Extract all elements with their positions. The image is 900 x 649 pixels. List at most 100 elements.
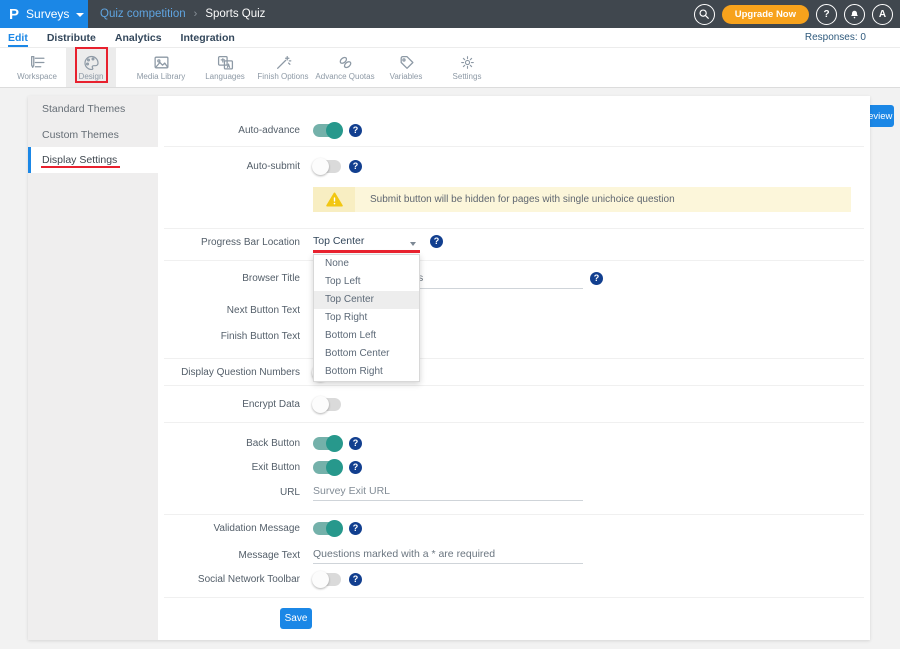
nav-tabs: Edit Distribute Analytics Integration bbox=[8, 28, 235, 48]
toolbar-item-workspace[interactable]: Workspace bbox=[7, 48, 67, 87]
workspace-icon bbox=[29, 55, 46, 70]
progress-bar-location-select[interactable]: Top Center bbox=[313, 235, 420, 247]
auto-advance-label: Auto-advance bbox=[158, 123, 300, 139]
languages-icon bbox=[217, 55, 234, 70]
finish-options-wand-icon bbox=[275, 55, 292, 70]
auto-advance-help-icon[interactable]: ? bbox=[349, 124, 362, 137]
section-divider bbox=[164, 385, 864, 386]
variables-tag-icon bbox=[398, 55, 415, 70]
toolbar-item-advance-quotas[interactable]: Advance Quotas bbox=[315, 48, 375, 87]
advance-quotas-chain-icon bbox=[337, 55, 354, 70]
finish-button-text-label: Finish Button Text bbox=[158, 329, 300, 345]
search-button[interactable] bbox=[694, 4, 715, 25]
search-icon bbox=[698, 8, 710, 20]
responses-count[interactable]: Responses: 0 bbox=[805, 32, 866, 43]
message-text-input[interactable] bbox=[313, 544, 583, 564]
tab-edit[interactable]: Edit bbox=[8, 29, 28, 47]
dropdown-option-top-right[interactable]: Top Right bbox=[314, 309, 419, 327]
message-text-label: Message Text bbox=[158, 548, 300, 564]
auto-advance-toggle[interactable] bbox=[313, 124, 341, 137]
progress-bar-help-icon[interactable]: ? bbox=[430, 235, 443, 248]
help-button[interactable]: ? bbox=[816, 4, 837, 25]
auto-submit-label: Auto-submit bbox=[158, 159, 300, 175]
dropdown-option-top-center[interactable]: Top Center bbox=[314, 291, 419, 309]
sidebar-item-custom-themes[interactable]: Custom Themes bbox=[28, 122, 158, 148]
social-network-toolbar-help-icon[interactable]: ? bbox=[349, 573, 362, 586]
breadcrumb-parent[interactable]: Quiz competition bbox=[100, 8, 186, 20]
encrypt-data-label: Encrypt Data bbox=[158, 397, 300, 413]
dropdown-option-bottom-left[interactable]: Bottom Left bbox=[314, 327, 419, 345]
design-settings-card: Standard Themes Custom Themes Display Se… bbox=[28, 96, 870, 640]
design-palette-icon bbox=[83, 55, 100, 70]
save-button[interactable]: Save bbox=[280, 608, 312, 629]
auto-submit-help-icon[interactable]: ? bbox=[349, 160, 362, 173]
exit-button-help-icon[interactable]: ? bbox=[349, 461, 362, 474]
dropdown-option-none[interactable]: None bbox=[314, 255, 419, 273]
exit-button-toggle[interactable] bbox=[313, 461, 341, 474]
dropdown-option-bottom-right[interactable]: Bottom Right bbox=[314, 363, 419, 381]
exit-url-label: URL bbox=[158, 485, 300, 501]
upgrade-now-button[interactable]: Upgrade Now bbox=[722, 5, 809, 24]
dropdown-option-bottom-center[interactable]: Bottom Center bbox=[314, 345, 419, 363]
surveys-product-menu[interactable]: P Surveys bbox=[0, 0, 88, 28]
section-divider bbox=[164, 514, 864, 515]
design-sidebar: Standard Themes Custom Themes Display Se… bbox=[28, 96, 158, 640]
toolbar-item-settings[interactable]: Settings bbox=[437, 48, 497, 87]
validation-message-help-icon[interactable]: ? bbox=[349, 522, 362, 535]
tab-analytics[interactable]: Analytics bbox=[115, 29, 162, 47]
breadcrumb-current: Sports Quiz bbox=[205, 8, 265, 20]
select-caret-icon bbox=[410, 242, 416, 246]
display-settings-panel: Auto-advance ? Auto-submit ? Submit butt… bbox=[158, 96, 870, 640]
auto-submit-warning: Submit button will be hidden for pages w… bbox=[313, 187, 851, 212]
section-divider bbox=[164, 358, 864, 359]
toolbar-item-design[interactable]: Design bbox=[66, 48, 116, 87]
notifications-button[interactable] bbox=[844, 4, 865, 25]
section-divider bbox=[164, 146, 864, 147]
questionpro-app: P Surveys Quiz competition › Sports Quiz… bbox=[0, 0, 900, 649]
section-divider bbox=[164, 260, 864, 261]
section-divider bbox=[164, 422, 864, 423]
display-question-numbers-label: Display Question Numbers bbox=[158, 365, 300, 381]
encrypt-data-toggle[interactable] bbox=[313, 398, 341, 411]
product-label: Surveys bbox=[26, 7, 69, 21]
bell-icon bbox=[849, 9, 860, 20]
toolbar-item-media-library[interactable]: Media Library bbox=[131, 48, 191, 87]
warning-icon-strip bbox=[313, 187, 355, 212]
tab-distribute[interactable]: Distribute bbox=[47, 29, 96, 47]
edit-toolbar: Workspace Design Media Library Languages… bbox=[0, 48, 900, 88]
back-button-help-icon[interactable]: ? bbox=[349, 437, 362, 450]
tab-integration[interactable]: Integration bbox=[181, 29, 235, 47]
top-bar: P Surveys Quiz competition › Sports Quiz… bbox=[0, 0, 900, 28]
toolbar-item-finish-options[interactable]: Finish Options bbox=[253, 48, 313, 87]
dropdown-option-top-left[interactable]: Top Left bbox=[314, 273, 419, 291]
browser-title-label: Browser Title bbox=[158, 271, 300, 287]
red-annotation-underline-select bbox=[313, 250, 420, 253]
warning-text: Submit button will be hidden for pages w… bbox=[355, 194, 675, 205]
progress-bar-location-label: Progress Bar Location bbox=[158, 235, 300, 251]
toolbar-item-variables[interactable]: Variables bbox=[376, 48, 436, 87]
sidebar-item-display-settings[interactable]: Display Settings bbox=[28, 147, 158, 173]
exit-button-label: Exit Button bbox=[158, 460, 300, 476]
auto-submit-toggle[interactable] bbox=[313, 160, 341, 173]
account-avatar[interactable]: A bbox=[872, 4, 893, 25]
media-library-icon bbox=[153, 55, 170, 70]
warning-triangle-icon bbox=[326, 192, 343, 207]
survey-nav: Edit Distribute Analytics Integration Re… bbox=[0, 28, 900, 48]
topbar-actions: Upgrade Now ? A bbox=[694, 0, 893, 28]
breadcrumb-separator: › bbox=[194, 8, 198, 20]
exit-url-input[interactable] bbox=[313, 481, 583, 501]
social-network-toolbar-label: Social Network Toolbar bbox=[158, 572, 300, 588]
validation-message-toggle[interactable] bbox=[313, 522, 341, 535]
chevron-down-icon bbox=[76, 13, 84, 17]
social-network-toolbar-toggle[interactable] bbox=[313, 573, 341, 586]
settings-gear-icon bbox=[459, 55, 476, 70]
back-button-toggle[interactable] bbox=[313, 437, 341, 450]
toolbar-item-languages[interactable]: Languages bbox=[195, 48, 255, 87]
questionpro-logo: P bbox=[9, 6, 19, 23]
progress-bar-location-dropdown: None Top Left Top Center Top Right Botto… bbox=[313, 254, 420, 382]
section-divider bbox=[164, 597, 864, 598]
validation-message-label: Validation Message bbox=[158, 521, 300, 537]
breadcrumb: Quiz competition › Sports Quiz bbox=[100, 0, 265, 28]
sidebar-item-standard-themes[interactable]: Standard Themes bbox=[28, 96, 158, 122]
browser-title-help-icon[interactable]: ? bbox=[590, 272, 603, 285]
